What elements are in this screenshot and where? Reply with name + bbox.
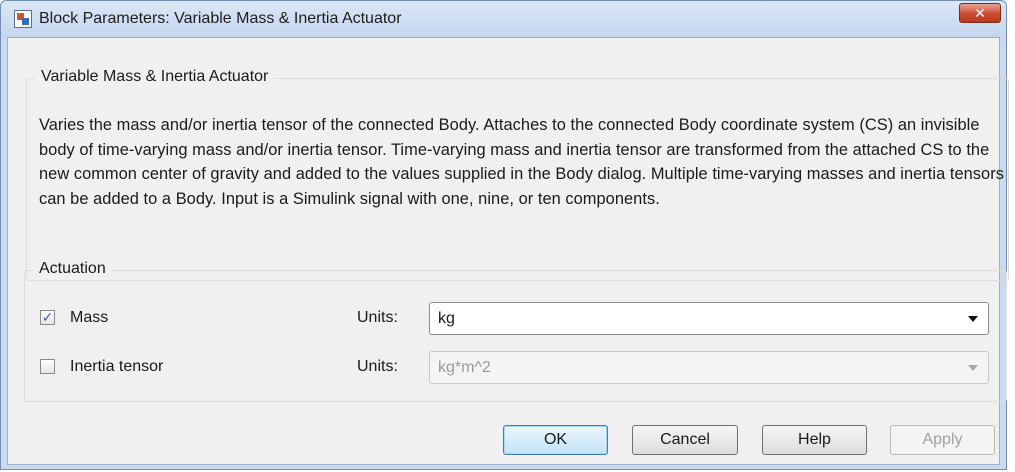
inertia-units-label: Units: bbox=[357, 358, 398, 375]
mass-units-select[interactable]: kg bbox=[429, 302, 989, 335]
mass-label: Mass bbox=[70, 309, 109, 326]
ok-button[interactable]: OK bbox=[503, 425, 608, 455]
actuation-group-title: Actuation bbox=[33, 260, 112, 278]
simulink-block-icon bbox=[14, 10, 32, 28]
cancel-button[interactable]: Cancel bbox=[632, 425, 738, 455]
close-icon: ✕ bbox=[974, 5, 986, 21]
window-title: Block Parameters: Variable Mass & Inerti… bbox=[39, 10, 402, 27]
title-bar[interactable]: Block Parameters: Variable Mass & Inerti… bbox=[1, 1, 1006, 37]
description-group-title: Variable Mass & Inertia Actuator bbox=[35, 68, 275, 86]
apply-button[interactable]: Apply bbox=[890, 425, 995, 455]
description-group: Variable Mass & Inertia Actuator Varies … bbox=[26, 68, 1009, 281]
inertia-tensor-label: Inertia tensor bbox=[70, 358, 164, 375]
mass-units-value: kg bbox=[438, 310, 455, 327]
inertia-units-value: kg*m^2 bbox=[438, 359, 491, 376]
block-description: Varies the mass and/or inertia tensor of… bbox=[39, 116, 1004, 208]
checkmark-icon: ✓ bbox=[41, 309, 54, 325]
close-button[interactable]: ✕ bbox=[959, 3, 1001, 23]
inertia-units-select[interactable]: kg*m^2 bbox=[429, 351, 989, 384]
mass-units-label: Units: bbox=[357, 309, 398, 326]
chevron-down-icon bbox=[968, 316, 978, 322]
mass-checkbox[interactable]: ✓ bbox=[40, 310, 55, 325]
inertia-tensor-checkbox[interactable] bbox=[40, 359, 55, 374]
chevron-down-icon bbox=[968, 365, 978, 371]
help-button[interactable]: Help bbox=[762, 425, 867, 455]
